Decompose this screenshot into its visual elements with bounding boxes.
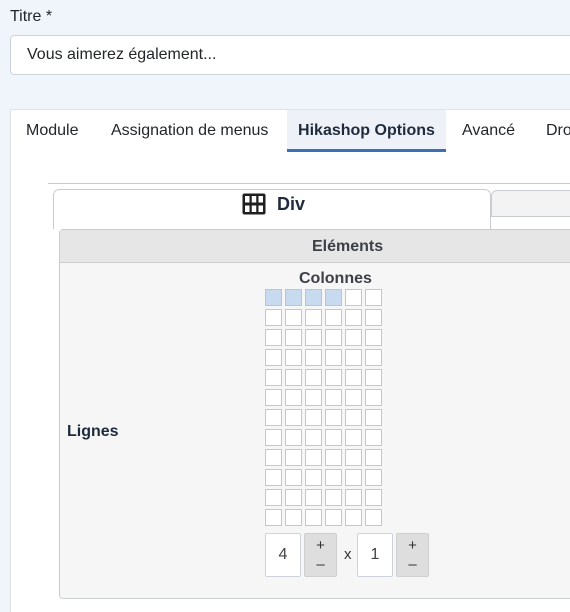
tab-permissions[interactable]: Dro bbox=[546, 110, 570, 152]
grid-cell[interactable] bbox=[365, 349, 382, 366]
grid-cell[interactable] bbox=[325, 309, 342, 326]
grid-cell[interactable] bbox=[325, 349, 342, 366]
grid-cell[interactable] bbox=[285, 369, 302, 386]
grid-cell[interactable] bbox=[265, 369, 282, 386]
grid-cell[interactable] bbox=[345, 409, 362, 426]
columns-stepper[interactable]: + – bbox=[304, 533, 337, 577]
elements-title: Eléments bbox=[312, 238, 384, 255]
subtab-div[interactable] bbox=[53, 189, 491, 229]
grid-cell[interactable] bbox=[305, 429, 322, 446]
grid-cell[interactable] bbox=[285, 469, 302, 486]
columns-label: Colonnes bbox=[299, 270, 372, 287]
grid-cell[interactable] bbox=[365, 389, 382, 406]
grid-cell[interactable] bbox=[285, 509, 302, 526]
title-label: Titre * bbox=[10, 8, 53, 25]
grid-cell[interactable] bbox=[265, 429, 282, 446]
grid-cell[interactable] bbox=[265, 389, 282, 406]
grid-cell[interactable] bbox=[265, 309, 282, 326]
grid-cell[interactable] bbox=[325, 369, 342, 386]
grid-cell[interactable] bbox=[305, 509, 322, 526]
grid-cell[interactable] bbox=[285, 489, 302, 506]
tabs-bar: Module Assignation de menus Hikashop Opt… bbox=[10, 109, 570, 152]
grid-cell[interactable] bbox=[345, 469, 362, 486]
tab-menu-assignment[interactable]: Assignation de menus bbox=[111, 110, 268, 152]
grid-cell[interactable] bbox=[265, 349, 282, 366]
grid-cell[interactable] bbox=[345, 289, 362, 306]
grid-cell[interactable] bbox=[325, 429, 342, 446]
grid-cell[interactable] bbox=[365, 309, 382, 326]
grid-cell[interactable] bbox=[365, 289, 382, 306]
grid-cell[interactable] bbox=[265, 329, 282, 346]
grid-cell[interactable] bbox=[325, 489, 342, 506]
grid-cell[interactable] bbox=[285, 449, 302, 466]
grid-cell[interactable] bbox=[365, 469, 382, 486]
grid-cell[interactable] bbox=[345, 449, 362, 466]
grid-cell[interactable] bbox=[285, 329, 302, 346]
grid-cell[interactable] bbox=[325, 329, 342, 346]
grid-cell[interactable] bbox=[305, 469, 322, 486]
grid-cell[interactable] bbox=[285, 389, 302, 406]
grid-cell[interactable] bbox=[345, 509, 362, 526]
grid-cell-selected[interactable] bbox=[325, 289, 342, 306]
rows-input[interactable] bbox=[357, 533, 393, 577]
columns-input[interactable] bbox=[265, 533, 301, 577]
grid-cell[interactable] bbox=[325, 389, 342, 406]
grid-cell[interactable] bbox=[345, 349, 362, 366]
rows-decrement-button[interactable]: – bbox=[397, 556, 428, 573]
rows-increment-button[interactable]: + bbox=[397, 537, 428, 554]
grid-cell[interactable] bbox=[345, 429, 362, 446]
title-input[interactable] bbox=[10, 35, 570, 75]
grid-cell-selected[interactable] bbox=[285, 289, 302, 306]
grid-cell[interactable] bbox=[345, 369, 362, 386]
subtab-div-label: Div bbox=[277, 194, 306, 214]
grid-cell[interactable] bbox=[285, 349, 302, 366]
grid-cell[interactable] bbox=[365, 369, 382, 386]
grid-cell[interactable] bbox=[285, 409, 302, 426]
grid-cell[interactable] bbox=[365, 409, 382, 426]
columns-increment-button[interactable]: + bbox=[305, 537, 336, 554]
rows-stepper[interactable]: + – bbox=[396, 533, 429, 577]
grid-cell[interactable] bbox=[265, 469, 282, 486]
layout-grid bbox=[265, 289, 382, 526]
grid-cell[interactable] bbox=[265, 509, 282, 526]
grid-cell[interactable] bbox=[345, 329, 362, 346]
grid-cell[interactable] bbox=[265, 489, 282, 506]
grid-cell[interactable] bbox=[265, 449, 282, 466]
grid-cell[interactable] bbox=[325, 409, 342, 426]
grid-cell[interactable] bbox=[365, 509, 382, 526]
grid-cell[interactable] bbox=[305, 349, 322, 366]
grid-cell[interactable] bbox=[305, 449, 322, 466]
times-separator: x bbox=[344, 546, 352, 563]
tab-module[interactable]: Module bbox=[26, 110, 78, 152]
grid-cell[interactable] bbox=[305, 409, 322, 426]
subtab-other[interactable] bbox=[491, 190, 570, 217]
grid-cell[interactable] bbox=[265, 409, 282, 426]
grid-cell[interactable] bbox=[325, 449, 342, 466]
tab-advanced[interactable]: Avancé bbox=[462, 110, 515, 152]
grid-cell[interactable] bbox=[285, 429, 302, 446]
rows-label: Lignes bbox=[67, 423, 119, 440]
divider bbox=[48, 183, 570, 184]
grid-cell[interactable] bbox=[305, 489, 322, 506]
grid-cell[interactable] bbox=[285, 309, 302, 326]
div-layout-icon bbox=[242, 193, 266, 215]
grid-cell-selected[interactable] bbox=[265, 289, 282, 306]
grid-cell[interactable] bbox=[365, 489, 382, 506]
columns-decrement-button[interactable]: – bbox=[305, 556, 336, 573]
grid-cell[interactable] bbox=[305, 309, 322, 326]
grid-cell[interactable] bbox=[325, 469, 342, 486]
grid-cell[interactable] bbox=[305, 389, 322, 406]
grid-cell[interactable] bbox=[345, 309, 362, 326]
grid-cell-selected[interactable] bbox=[305, 289, 322, 306]
grid-cell[interactable] bbox=[365, 329, 382, 346]
grid-cell[interactable] bbox=[345, 389, 362, 406]
grid-cell[interactable] bbox=[325, 509, 342, 526]
grid-cell[interactable] bbox=[305, 329, 322, 346]
grid-cell[interactable] bbox=[365, 429, 382, 446]
grid-cell[interactable] bbox=[365, 449, 382, 466]
grid-cell[interactable] bbox=[345, 489, 362, 506]
grid-cell[interactable] bbox=[305, 369, 322, 386]
tab-hikashop-options[interactable]: Hikashop Options bbox=[287, 110, 446, 152]
